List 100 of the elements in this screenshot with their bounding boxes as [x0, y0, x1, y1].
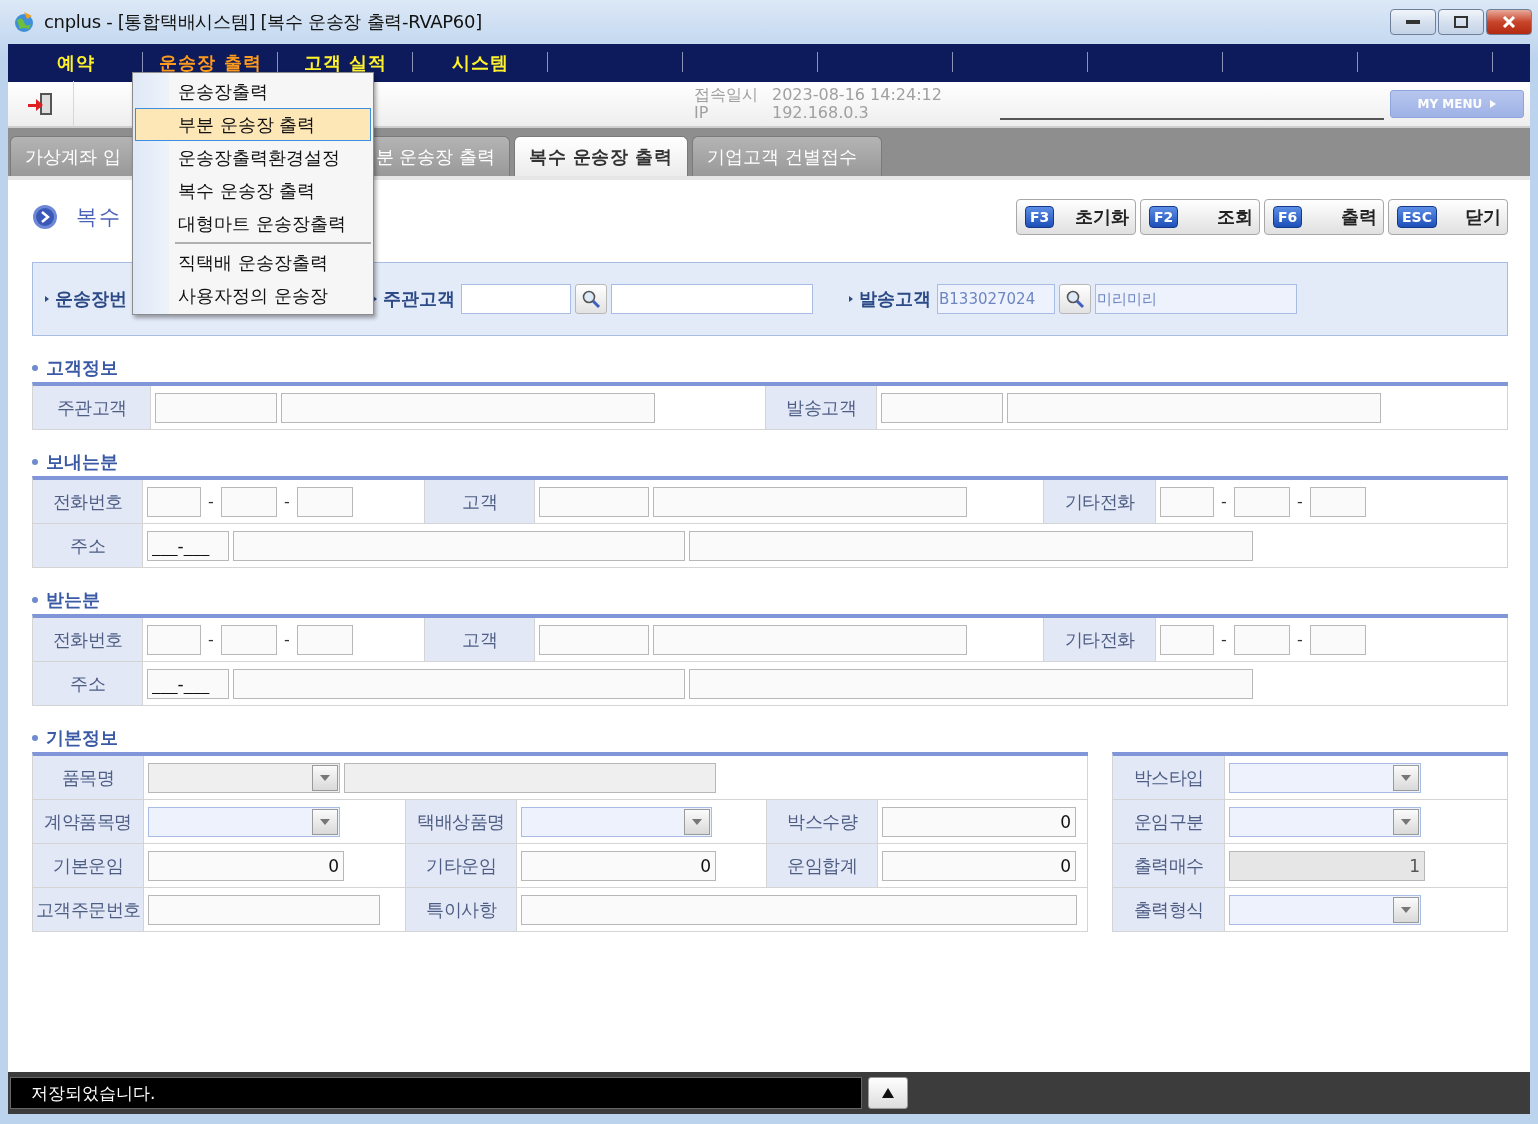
input-field[interactable]: 0 — [148, 850, 344, 881]
menu-item[interactable]: 고객 실적 — [299, 49, 392, 77]
action-button[interactable]: ESC 닫기 — [1388, 199, 1508, 235]
input-field[interactable] — [147, 486, 201, 517]
input-field[interactable] — [147, 624, 201, 655]
postcode-field[interactable]: ___-___ — [147, 530, 229, 561]
dropdown-field[interactable] — [1229, 762, 1421, 793]
input-field[interactable] — [155, 392, 277, 423]
tab[interactable]: 복수 운송장 출력 — [514, 136, 688, 176]
shortcut-key: F3 — [1025, 206, 1055, 228]
page-title: 복수 — [76, 204, 122, 231]
caret-icon — [1401, 818, 1411, 825]
close-button[interactable] — [1486, 9, 1532, 35]
caret-icon — [1401, 906, 1411, 913]
input-field[interactable] — [297, 486, 353, 517]
input-field[interactable] — [689, 668, 1253, 699]
input-field[interactable] — [539, 486, 649, 517]
input-field[interactable] — [1234, 486, 1290, 517]
search-label: 주관고객 — [373, 287, 455, 311]
field-label: 고객 — [425, 618, 535, 662]
search-button[interactable] — [1059, 284, 1091, 314]
dropdown-field[interactable] — [148, 806, 340, 837]
search-button[interactable] — [575, 284, 607, 314]
postcode-field[interactable]: ___-___ — [147, 668, 229, 699]
app-logo-icon — [12, 10, 36, 34]
field-label: 기타운임 — [406, 844, 517, 888]
input-field[interactable] — [148, 894, 380, 925]
input-field[interactable] — [539, 624, 649, 655]
input-field[interactable]: 0 — [882, 850, 1076, 881]
input-field[interactable] — [653, 624, 967, 655]
input-field[interactable] — [689, 530, 1253, 561]
field-label: 박스타입 — [1113, 756, 1225, 800]
separator-text: - — [1296, 630, 1304, 649]
field-label: 기타전화 — [1044, 618, 1156, 662]
input-field[interactable]: 0 — [521, 850, 716, 881]
login-time: 2023-08-16 14:24:12 — [772, 86, 942, 104]
action-button[interactable]: F3 초기화 — [1016, 199, 1136, 235]
input-field[interactable] — [233, 668, 685, 699]
input-field[interactable] — [1160, 624, 1214, 655]
field-label: 발송고객 — [766, 386, 877, 430]
expand-button[interactable] — [868, 1077, 908, 1109]
search-label: 운송장번 — [45, 287, 127, 311]
input-field[interactable] — [1310, 624, 1366, 655]
menu-item[interactable]: 운송장 출력 — [155, 49, 266, 77]
input-field[interactable] — [1007, 392, 1381, 423]
menu-item[interactable]: 시스템 — [448, 49, 513, 77]
input-field[interactable] — [461, 284, 571, 314]
field-label: 출력형식 — [1113, 888, 1225, 932]
shortcut-key: F6 — [1273, 206, 1303, 228]
field-label: 기타전화 — [1044, 480, 1156, 524]
menu-item[interactable]: 직택배 운송장출력 — [135, 246, 371, 279]
menu-item[interactable]: 사용자정의 운송장 — [135, 279, 371, 312]
dropdown-field[interactable] — [521, 806, 712, 837]
input-field[interactable] — [653, 486, 967, 517]
field-label: 운임합계 — [767, 844, 878, 888]
menu-item[interactable]: 부분 운송장 출력 — [135, 108, 371, 141]
input-field[interactable]: 0 — [882, 806, 1076, 837]
input-field[interactable] — [521, 894, 1077, 925]
input-field[interactable] — [1160, 486, 1214, 517]
input-field[interactable] — [233, 530, 685, 561]
caret-icon — [320, 774, 330, 781]
field-label: 전화번호 — [33, 480, 143, 524]
login-time-label: 접속일시 — [694, 86, 758, 104]
maximize-button[interactable] — [1438, 9, 1484, 35]
search-label: 발송고객 — [849, 287, 931, 311]
input-field[interactable] — [221, 624, 277, 655]
separator-text: - — [207, 492, 215, 511]
field-label: 출력매수 — [1113, 844, 1225, 888]
input-field[interactable] — [1310, 486, 1366, 517]
caret-icon — [320, 818, 330, 825]
separator-text: - — [1220, 630, 1228, 649]
input-field[interactable] — [611, 284, 813, 314]
input-field[interactable] — [881, 392, 1003, 423]
action-button[interactable]: F2 조회 — [1140, 199, 1260, 235]
input-field[interactable] — [221, 486, 277, 517]
status-message: 저장되었습니다. — [10, 1077, 862, 1109]
section-title: 고객정보 — [32, 354, 1508, 382]
input-field[interactable] — [297, 624, 353, 655]
menu-item[interactable]: 복수 운송장 출력 — [135, 174, 371, 207]
menu-item[interactable]: 예약 — [52, 49, 99, 77]
field-label: 운임구분 — [1113, 800, 1225, 844]
field-label: 기본운임 — [33, 844, 144, 888]
maximize-icon — [1454, 16, 1468, 28]
section-title: 보내는분 — [32, 448, 1508, 476]
separator-text: - — [283, 492, 291, 511]
input-field[interactable] — [281, 392, 655, 423]
action-button[interactable]: F6 출력 — [1264, 199, 1384, 235]
window-title: cnplus - [통합택배시스템] [복수 운송장 출력-RVAP60] — [44, 10, 482, 34]
shortcut-key: F2 — [1149, 206, 1179, 228]
search-icon — [581, 289, 601, 309]
minimize-button[interactable] — [1390, 9, 1436, 35]
caret-icon — [1401, 774, 1411, 781]
minimize-icon — [1406, 20, 1420, 24]
menu-item[interactable]: 운송장출력 — [135, 75, 371, 108]
dropdown-field[interactable] — [1229, 806, 1421, 837]
section-title: 받는분 — [32, 586, 1508, 614]
input-field[interactable] — [1234, 624, 1290, 655]
menu-item[interactable]: 대형마트 운송장출력 — [135, 207, 371, 240]
field-label: 박스수량 — [767, 800, 878, 844]
dropdown-field[interactable] — [1229, 894, 1421, 925]
